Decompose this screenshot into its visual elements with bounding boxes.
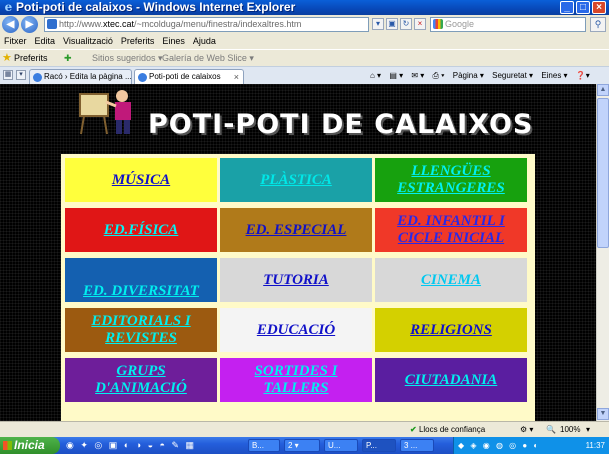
forward-button[interactable]: ▶ <box>21 16 38 33</box>
tab-ie-icon <box>138 73 147 82</box>
task-item-3[interactable]: 3 ... <box>400 439 434 452</box>
minimize-button[interactable]: _ <box>560 1 574 14</box>
tray-icons[interactable]: ◆ ◈ ◉ ◍ ◎ ● ◐ <box>458 437 540 454</box>
page-heading: POTI-POTI DE CALAIXOS <box>148 109 534 140</box>
zoom-dropdown-icon[interactable]: ▾ <box>586 422 590 437</box>
clock: 11:37 <box>585 441 605 450</box>
page-icon <box>47 19 57 29</box>
vertical-scrollbar[interactable]: ▲ ▼ <box>596 84 609 421</box>
back-button[interactable]: ◀ <box>2 16 19 33</box>
window-title: Poti-poti de calaixos - Windows Internet… <box>16 0 296 14</box>
menu-cell-editorials-i-revistes[interactable]: EDITORIALS I REVISTES <box>65 308 217 352</box>
quick-launch-icons[interactable]: ◉ ✦ ◎ ▣ ◐ ◑ ◒ ◓ ✎ ▦ <box>66 440 196 451</box>
menu-cell-ed-especial[interactable]: ED. ESPECIAL <box>220 208 372 252</box>
menu-cell-grups-d-animació[interactable]: GRUPS D'ANIMACIÓ <box>65 358 217 402</box>
url-domain: xtec.cat <box>103 19 135 29</box>
menu-cell-tutoria[interactable]: TUTORIA <box>220 258 372 302</box>
help-icon[interactable]: ❓▾ <box>576 71 590 80</box>
home-icon[interactable]: ⌂ ▾ <box>370 71 381 80</box>
start-button[interactable]: Inicia <box>0 437 60 454</box>
tab-close-icon[interactable]: × <box>234 70 239 84</box>
task-item-p[interactable]: P... <box>362 439 396 452</box>
menu-cell-sortides-i-tallers[interactable]: SORTIDES I TALLERS <box>220 358 372 402</box>
windows-flag-icon <box>3 441 12 450</box>
address-bar[interactable]: http://www.xtec.cat/~mcolduga/menu/fines… <box>44 17 369 32</box>
menu-cell-ed-física[interactable]: ED.FÍSICA <box>65 208 217 252</box>
address-dropdown-icon[interactable]: ▾ <box>372 18 384 30</box>
cmd-security[interactable]: Seguretat ▾ <box>492 71 533 80</box>
task-item-b[interactable]: B... <box>248 439 280 452</box>
scroll-down-icon[interactable]: ▼ <box>597 408 609 420</box>
title-bar: e Poti-poti de calaixos - Windows Intern… <box>0 0 609 15</box>
compatibility-icon[interactable]: ▣ <box>386 18 398 30</box>
menu-cell-educació[interactable]: EDUCACIÓ <box>220 308 372 352</box>
google-icon <box>433 19 443 29</box>
menu-edita[interactable]: Edita <box>35 34 56 48</box>
url-prefix: http://www. <box>59 19 104 29</box>
menu-cell-llengües-estrangeres[interactable]: LLENGÜES ESTRANGERES <box>375 158 527 202</box>
start-label: Inicia <box>14 438 45 452</box>
tab-label: Racó › Edita la pàgina ... <box>44 72 132 81</box>
menu-bar: Fitxer Edita Visualització Preferits Ein… <box>0 34 609 48</box>
menu-cell-religions[interactable]: RELIGIONS <box>375 308 527 352</box>
feeds-icon[interactable]: ▤ ▾ <box>389 71 403 80</box>
search-icon[interactable]: ⚲ <box>590 17 606 32</box>
taskbar: Inicia ◉ ✦ ◎ ▣ ◐ ◑ ◒ ◓ ✎ ▦ B... 2 ▾ U...… <box>0 437 609 454</box>
menu-cell-música[interactable]: MÚSICA <box>65 158 217 202</box>
security-zone: Llocs de confiança <box>418 425 486 434</box>
maximize-button[interactable]: □ <box>576 1 590 14</box>
status-bar: ✔ Llocs de confiança ⚙ ▾ 🔍 100% ▾ <box>0 421 609 437</box>
menu-ajuda[interactable]: Ajuda <box>193 34 216 48</box>
tab-label: Poti-poti de calaixos <box>149 72 221 81</box>
tab-ie-icon <box>33 73 42 82</box>
page-content: POTI-POTI DE CALAIXOS MÚSICA PLÀSTICA LLEN… <box>0 84 596 421</box>
menu-cell-cinema[interactable]: CINEMA <box>375 258 527 302</box>
tab-poti-poti[interactable]: Poti-poti de calaixos × <box>134 69 244 84</box>
ie-logo-icon: e <box>4 0 13 14</box>
tab-raco[interactable]: Racó › Edita la pàgina ... <box>29 69 132 84</box>
menu-fitxer[interactable]: Fitxer <box>4 34 27 48</box>
close-button[interactable]: × <box>592 1 606 14</box>
menu-cell-ciutadania[interactable]: CIUTADANIA <box>375 358 527 402</box>
scroll-up-icon[interactable]: ▲ <box>597 84 609 96</box>
fav-webslice-gallery[interactable]: Galería de Web Slice ▾ <box>162 50 254 66</box>
refresh-icon[interactable]: ↻ <box>400 18 412 30</box>
tab-list-icon[interactable]: ▾ <box>16 70 26 80</box>
tab-row: ▦ ▾ Racó › Edita la pàgina ... Poti-poti… <box>0 66 609 84</box>
zoom-icon[interactable]: 🔍 <box>546 422 556 437</box>
mail-icon[interactable]: ✉ ▾ <box>411 71 424 80</box>
protected-mode-icon[interactable]: ⚙ ▾ <box>520 422 533 437</box>
stop-icon[interactable]: × <box>414 18 426 30</box>
menu-cell-ed-diversitat[interactable]: ED. DIVERSITAT <box>65 258 217 302</box>
menu-preferits[interactable]: Preferits <box>121 34 155 48</box>
menu-cell-plàstica[interactable]: PLÀSTICA <box>220 158 372 202</box>
teacher-at-board-icon <box>79 90 131 135</box>
favorites-star-icon[interactable]: ★ <box>2 50 12 66</box>
task-item-group-2[interactable]: 2 ▾ <box>284 439 320 452</box>
command-bar: ⌂ ▾ ▤ ▾ ✉ ▾ ⎙ ▾ Pàgina ▾ Seguretat ▾ Ein… <box>370 69 596 83</box>
menu-cell-ed-infantil-i-cicle-inicial[interactable]: ED. INFANTIL I CICLE INICIAL <box>375 208 527 252</box>
scroll-thumb[interactable] <box>597 98 609 248</box>
task-item-u[interactable]: U... <box>324 439 358 452</box>
favorites-bar: ★ Preferits ✚ Sitios sugeridos ▾ Galería… <box>0 49 609 65</box>
favorites-label[interactable]: Preferits <box>14 50 48 66</box>
search-placeholder: Google <box>445 19 475 29</box>
url-path: /~mcolduga/menu/finestra/indexaltres.htm <box>134 19 302 29</box>
menu-eines[interactable]: Eines <box>162 34 185 48</box>
trusted-check-icon: ✔ <box>410 425 417 434</box>
menu-visualitzacio[interactable]: Visualització <box>63 34 113 48</box>
search-input[interactable]: Google <box>430 17 586 32</box>
cmd-tools[interactable]: Eines ▾ <box>541 71 567 80</box>
address-row: ◀ ▶ http://www.xtec.cat/~mcolduga/menu/f… <box>0 15 609 34</box>
menu-grid: MÚSICA PLÀSTICA LLENGÜES ESTRANGERES ED.FÍS… <box>65 158 531 402</box>
cmd-page[interactable]: Pàgina ▾ <box>453 71 484 80</box>
print-icon[interactable]: ⎙ ▾ <box>433 71 445 80</box>
zoom-level[interactable]: 100% <box>560 422 580 437</box>
system-tray: ◆ ◈ ◉ ◍ ◎ ● ◐ 11:37 <box>453 437 609 454</box>
menu-grid-frame: MÚSICA PLÀSTICA LLENGÜES ESTRANGERES ED.FÍS… <box>61 154 535 421</box>
ie-window: e Poti-poti de calaixos - Windows Intern… <box>0 0 609 454</box>
fav-suggested-sites[interactable]: Sitios sugeridos ▾ <box>92 50 163 66</box>
add-favorite-icon[interactable]: ✚ <box>64 50 72 66</box>
quick-tabs-icon[interactable]: ▦ <box>3 70 13 80</box>
